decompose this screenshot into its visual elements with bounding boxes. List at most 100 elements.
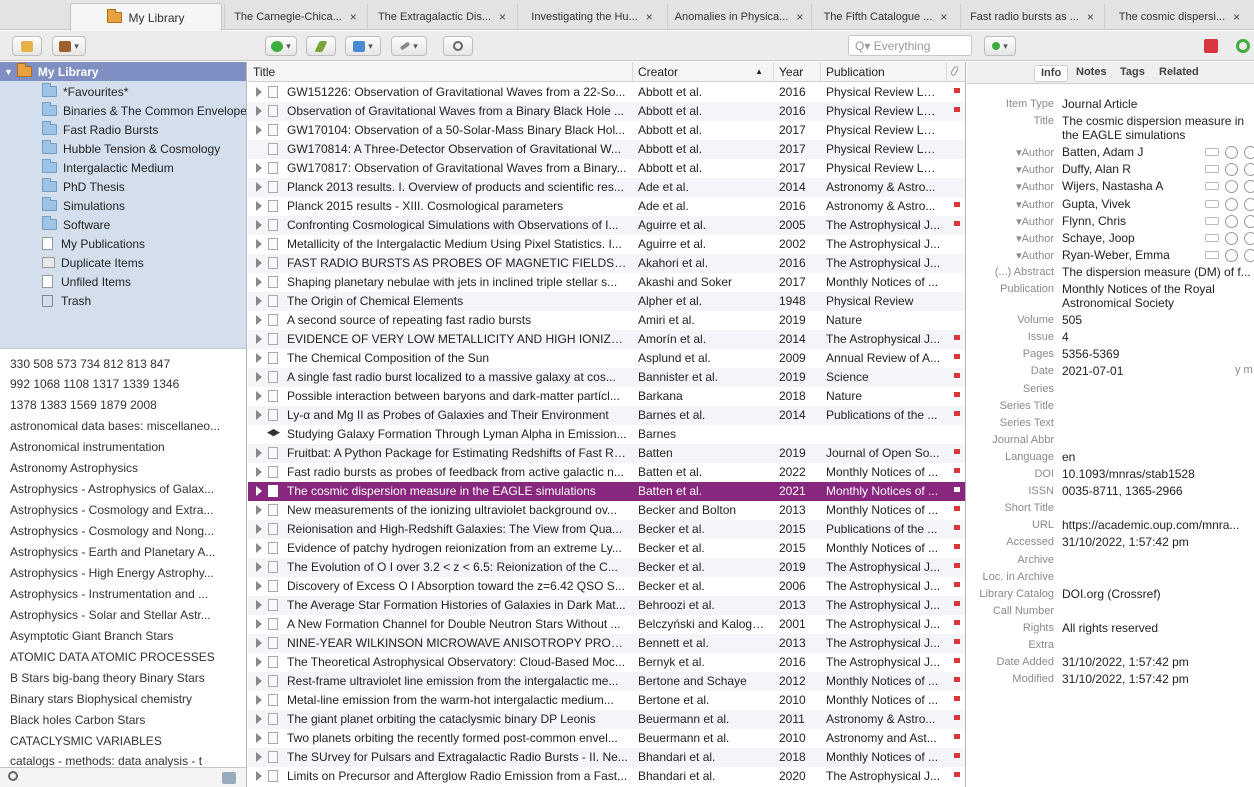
tab-notes[interactable]: Notes <box>1070 65 1113 82</box>
chevron-down-icon[interactable]: ▼ <box>4 67 13 77</box>
pdf-attachment-icon[interactable] <box>954 107 960 112</box>
add-author-icon[interactable] <box>1244 180 1254 194</box>
close-tab-icon[interactable]: × <box>1233 10 1240 24</box>
tab-my-library[interactable]: My Library <box>70 3 222 31</box>
collection-simulations[interactable]: Simulations <box>0 196 246 215</box>
remove-author-icon[interactable] <box>1225 180 1238 194</box>
column-header-title[interactable]: Title <box>248 62 633 82</box>
field-value[interactable]: https://academic.oup.com/mnra... <box>1062 518 1239 532</box>
sync-icon[interactable] <box>1236 39 1250 53</box>
close-tab-icon[interactable]: × <box>350 10 357 24</box>
search-mode-dropdown[interactable]: Q▾ <box>855 39 870 53</box>
table-row[interactable]: Metallicity of the Intergalactic Medium … <box>248 235 965 254</box>
pdf-attachment-icon[interactable] <box>954 468 960 473</box>
pdf-attachment-icon[interactable] <box>954 449 960 454</box>
expand-triangle-icon[interactable] <box>256 543 262 553</box>
expand-triangle-icon[interactable] <box>256 277 262 287</box>
tag-line[interactable]: ATOMIC DATA ATOMIC PROCESSES <box>10 650 215 668</box>
expand-triangle-icon[interactable] <box>256 695 262 705</box>
tag-line[interactable]: Asymptotic Giant Branch Stars <box>10 629 173 647</box>
tag-line[interactable]: 992 1068 1108 1317 1339 1346 <box>10 377 179 395</box>
column-header-creator[interactable]: Creator ▲ <box>633 62 774 82</box>
library-actions-button[interactable]: ▾ <box>52 36 86 56</box>
collection-intergalactic-medium[interactable]: Intergalactic Medium <box>0 158 246 177</box>
tag-line[interactable]: Astrophysics - Solar and Stellar Astr... <box>10 608 211 626</box>
pdf-attachment-icon[interactable] <box>954 620 960 625</box>
field-value[interactable]: DOI.org (Crossref) <box>1062 587 1161 601</box>
table-row[interactable]: Possible interaction between baryons and… <box>248 387 965 406</box>
field-value[interactable]: Batten, Adam J <box>1062 145 1143 159</box>
remove-author-icon[interactable] <box>1225 214 1238 228</box>
expand-triangle-icon[interactable] <box>256 372 262 382</box>
table-row[interactable]: NINE-YEAR WILKINSON MICROWAVE ANISOTROPY… <box>248 634 965 653</box>
expand-triangle-icon[interactable] <box>256 220 262 230</box>
table-row[interactable]: Ly-α and Mg II as Probes of Galaxies and… <box>248 406 965 425</box>
remove-author-icon[interactable] <box>1225 146 1238 160</box>
pdf-attachment-icon[interactable] <box>954 601 960 606</box>
expand-triangle-icon[interactable] <box>256 201 262 211</box>
collection-hubble-tension[interactable]: Hubble Tension & Cosmology <box>0 139 246 158</box>
table-row[interactable]: Metal-line emission from the warm-hot in… <box>248 691 965 710</box>
expand-triangle-icon[interactable] <box>256 239 262 249</box>
expand-triangle-icon[interactable] <box>256 486 262 496</box>
field-value[interactable]: 31/10/2022, 1:57:42 pm <box>1062 535 1189 549</box>
field-value[interactable]: The cosmic dispersion measure in <box>1062 114 1244 128</box>
table-row[interactable]: Confronting Cosmological Simulations wit… <box>248 216 965 235</box>
tag-line[interactable]: Astrophysics - Astrophysics of Galax... <box>10 482 214 500</box>
column-header-attachments[interactable] <box>947 62 965 82</box>
tag-line[interactable]: Astrophysics - Earth and Planetary A... <box>10 545 215 563</box>
pdf-attachment-icon[interactable] <box>954 696 960 701</box>
tab-tags[interactable]: Tags <box>1114 65 1151 82</box>
expand-triangle-icon[interactable] <box>256 562 262 572</box>
author-mode-icon[interactable] <box>1205 148 1219 157</box>
add-author-icon[interactable] <box>1244 146 1254 160</box>
tag-line[interactable]: catalogs - methods: data analysis - t <box>10 754 202 767</box>
expand-triangle-icon[interactable] <box>256 410 262 420</box>
remove-author-icon[interactable] <box>1225 231 1238 245</box>
pdf-attachment-icon[interactable] <box>954 202 960 207</box>
pdf-attachment-icon[interactable] <box>954 411 960 416</box>
tag-line[interactable]: Black holes Carbon Stars <box>10 713 145 731</box>
tag-line[interactable]: Astronomy Astrophysics <box>10 461 138 479</box>
table-row[interactable]: Studying Galaxy Formation Through Lyman … <box>248 425 965 444</box>
table-row[interactable]: GW170104: Observation of a 50-Solar-Mass… <box>248 121 965 140</box>
table-row[interactable]: Rest-frame ultraviolet line emission fro… <box>248 672 965 691</box>
expand-triangle-icon[interactable] <box>256 676 262 686</box>
pdf-attachment-icon[interactable] <box>954 525 960 530</box>
table-row[interactable]: GW151226: Observation of Gravitational W… <box>248 83 965 102</box>
add-author-icon[interactable] <box>1244 248 1254 262</box>
collection-phd-thesis[interactable]: PhD Thesis <box>0 177 246 196</box>
table-row[interactable]: Evidence of patchy hydrogen reionization… <box>248 539 965 558</box>
pdf-attachment-icon[interactable] <box>954 392 960 397</box>
collection-unfiled-items[interactable]: Unfiled Items <box>0 272 246 291</box>
expand-triangle-icon[interactable] <box>256 163 262 173</box>
collection-my-library[interactable]: ▼ My Library <box>0 62 246 81</box>
table-row[interactable]: Observation of Gravitational Waves from … <box>248 102 965 121</box>
pdf-attachment-icon[interactable] <box>954 487 960 492</box>
expand-triangle-icon[interactable] <box>256 106 262 116</box>
field-value[interactable]: Schaye, Joop <box>1062 231 1135 245</box>
table-row[interactable]: Two planets orbiting the recently formed… <box>248 729 965 748</box>
advanced-search-button[interactable] <box>443 36 473 56</box>
expand-triangle-icon[interactable] <box>256 296 262 306</box>
table-row[interactable]: The Evolution of O I over 3.2 < z < 6.5:… <box>248 558 965 577</box>
author-mode-icon[interactable] <box>1205 216 1219 225</box>
field-value[interactable]: All rights reserved <box>1062 621 1158 635</box>
pdf-attachment-icon[interactable] <box>954 734 960 739</box>
tab-item[interactable]: Investigating the Hu... × <box>517 4 666 30</box>
expand-triangle-icon[interactable] <box>256 87 262 97</box>
collection-my-publications[interactable]: My Publications <box>0 234 246 253</box>
table-row[interactable]: The Theoretical Astrophysical Observator… <box>248 653 965 672</box>
close-tab-icon[interactable]: × <box>646 10 653 24</box>
table-row[interactable]: Shaping planetary nebulae with jets in i… <box>248 273 965 292</box>
expand-triangle-icon[interactable] <box>256 258 262 268</box>
new-note-button[interactable]: ▾ <box>391 36 427 56</box>
expand-triangle-icon[interactable] <box>256 600 262 610</box>
table-row[interactable]: The Origin of Chemical Elements Alpher et… <box>248 292 965 311</box>
pdf-attachment-icon[interactable] <box>954 544 960 549</box>
author-mode-icon[interactable] <box>1205 233 1219 242</box>
pdf-attachment-icon[interactable] <box>954 639 960 644</box>
field-value[interactable]: 2021-07-01 <box>1062 364 1123 378</box>
table-row[interactable]: The SUrvey for Pulsars and Extragalactic… <box>248 748 965 767</box>
pdf-attachment-icon[interactable] <box>954 221 960 226</box>
